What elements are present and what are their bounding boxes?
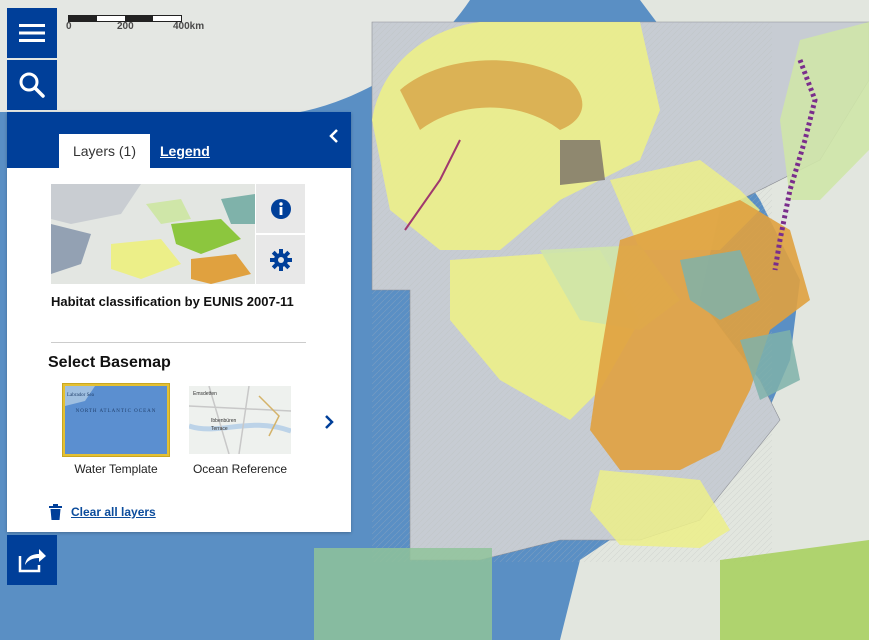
layer-card — [51, 184, 305, 284]
menu-button[interactable] — [7, 8, 57, 58]
layer-info-button[interactable] — [256, 184, 305, 233]
basemap-thumbnail-map: Emsdetten Ibbenbüren Terrace — [189, 386, 291, 454]
basemap-option-water-template[interactable]: Labrador Sea NORTH ATLANTIC OCEAN Water … — [63, 384, 169, 476]
gear-icon — [269, 248, 292, 271]
basemap-option-ocean-reference[interactable]: Emsdetten Ibbenbüren Terrace Ocean Refer… — [187, 384, 293, 476]
basemap-heading: Select Basemap — [48, 354, 171, 371]
chevron-left-icon — [329, 129, 338, 143]
basemap-thumbnail: Labrador Sea NORTH ATLANTIC OCEAN — [63, 384, 169, 456]
tab-layers[interactable]: Layers (1) — [59, 134, 150, 168]
trash-icon — [49, 504, 62, 520]
layer-thumbnail-map — [51, 184, 255, 284]
thumb-label-atlantic: NORTH ATLANTIC OCEAN — [76, 409, 157, 414]
habitat-dark-1 — [560, 140, 605, 185]
scale-label-400km: 400km — [173, 21, 205, 32]
info-icon — [270, 198, 291, 219]
thumb-label-emsdetten: Emsdetten — [193, 391, 217, 397]
clear-all-layers-label: Clear all layers — [71, 505, 156, 519]
chevron-right-icon — [325, 415, 334, 429]
hamburger-menu-icon — [19, 24, 45, 42]
scale-bar: 0 200 400km — [66, 12, 216, 36]
panel-header: Layers (1) Legend — [7, 112, 351, 168]
basemap-name: Ocean Reference — [192, 462, 288, 476]
habitat-green-south — [314, 548, 492, 640]
search-button[interactable] — [7, 60, 57, 110]
scale-label-200: 200 — [117, 21, 134, 32]
layer-settings-button[interactable] — [256, 235, 305, 284]
layers-panel: Layers (1) Legend Habitat classification… — [7, 112, 351, 532]
collapse-panel-button[interactable] — [324, 126, 344, 146]
share-icon — [18, 549, 46, 573]
search-icon — [19, 72, 45, 98]
share-button[interactable] — [7, 535, 57, 585]
thumb-label-labrador: Labrador Sea — [67, 393, 95, 398]
basemap-thumbnail-map: Labrador Sea NORTH ATLANTIC OCEAN — [65, 386, 167, 454]
layer-thumbnail — [51, 184, 255, 284]
basemap-name: Water Template — [74, 462, 158, 476]
layer-title: Habitat classification by EUNIS 2007-11 — [51, 294, 294, 309]
basemap-thumbnail: Emsdetten Ibbenbüren Terrace — [187, 384, 293, 456]
scale-label-0: 0 — [66, 21, 72, 32]
clear-all-layers-button[interactable]: Clear all layers — [49, 504, 156, 520]
scale-bar-segment — [69, 16, 97, 21]
thumb-label-terrace: Terrace — [211, 426, 228, 432]
basemap-next-button[interactable] — [319, 412, 339, 432]
divider — [51, 342, 306, 343]
thumb-label-ibbenburen: Ibbenbüren — [211, 418, 237, 424]
tab-legend[interactable]: Legend — [160, 143, 210, 159]
